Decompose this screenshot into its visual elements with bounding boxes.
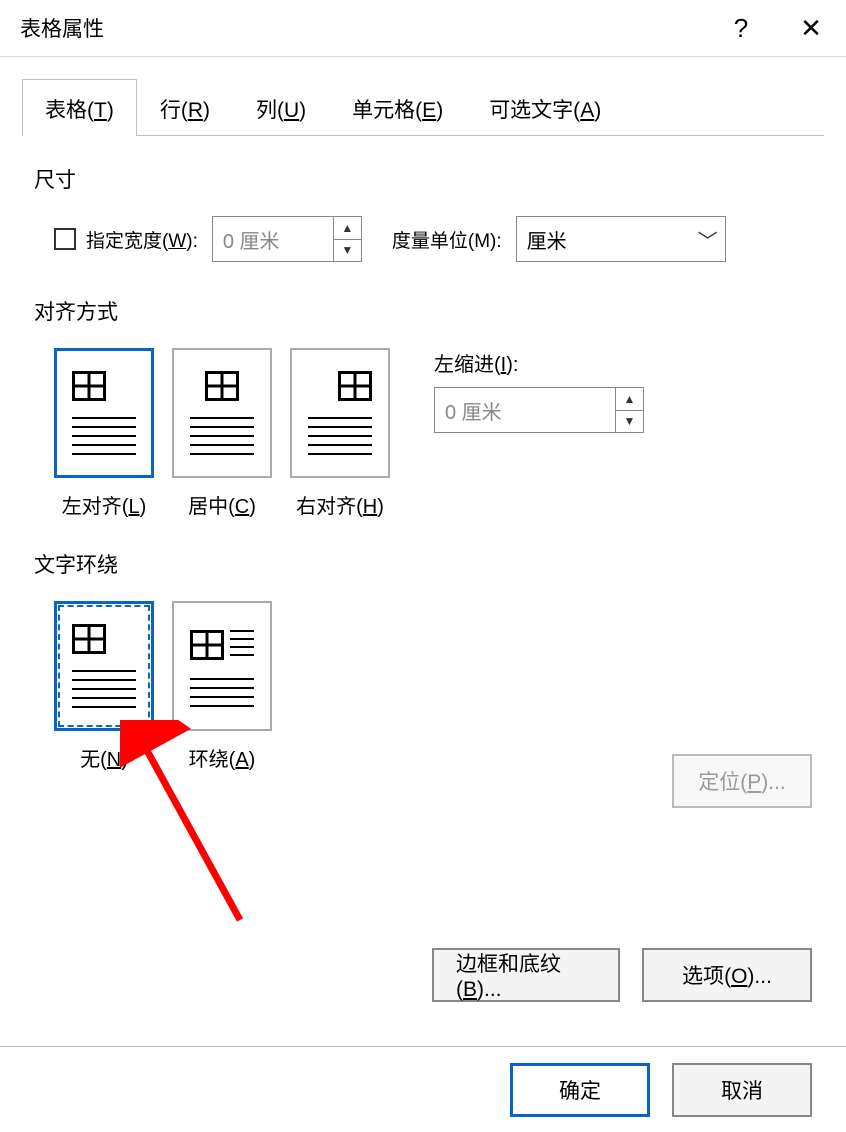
tab-cell[interactable]: 单元格(E) (329, 79, 466, 136)
unit-value: 厘米 (527, 225, 567, 254)
indent-label: 左缩进(I): (434, 348, 644, 377)
indent-value: 0 厘米 (445, 396, 502, 425)
unit-select[interactable]: 厘米 ﹀ (516, 216, 726, 262)
align-left-option[interactable] (54, 348, 154, 478)
align-right-label: 右对齐(H) (290, 490, 390, 519)
align-left-label: 左对齐(L) (54, 490, 154, 519)
titlebar: 表格属性 ? ✕ (0, 0, 846, 56)
options-button[interactable]: 选项(O)... (642, 948, 812, 1002)
align-right-option[interactable] (290, 348, 390, 478)
spinner-buttons[interactable]: ▲ ▼ (333, 217, 361, 261)
tab-row[interactable]: 行(R) (137, 79, 233, 136)
bottom-buttons: 边框和底纹(B)... 选项(O)... (432, 948, 812, 1002)
dialog-title: 表格属性 (20, 13, 706, 43)
group-align-label: 对齐方式 (34, 296, 812, 326)
checkbox-icon (54, 228, 76, 250)
wrap-around-option[interactable] (172, 601, 272, 731)
align-center-label: 居中(C) (172, 490, 272, 519)
chevron-down-icon: ﹀ (691, 217, 725, 261)
positioning-button: 定位(P)... (672, 754, 812, 808)
dialog-footer: 确定 取消 (0, 1046, 846, 1132)
spinner-buttons[interactable]: ▲ ▼ (615, 388, 643, 432)
wrap-options: 无(N) 环绕(A) (54, 601, 272, 772)
width-value: 0 厘米 (223, 225, 280, 254)
tab-table[interactable]: 表格(T) (22, 79, 137, 136)
unit-label: 度量单位(M): (392, 226, 502, 253)
borders-shading-button[interactable]: 边框和底纹(B)... (432, 948, 620, 1002)
ok-button[interactable]: 确定 (510, 1063, 650, 1117)
tab-panel-table: 尺寸 指定宽度(W): 0 厘米 ▲ ▼ 度量单位(M): 厘米 ﹀ 对齐方式 … (0, 136, 846, 772)
indent-spinner[interactable]: 0 厘米 ▲ ▼ (434, 387, 644, 433)
group-size-label: 尺寸 (34, 164, 812, 194)
close-button[interactable]: ✕ (776, 0, 846, 56)
wrap-around-label: 环绕(A) (172, 743, 272, 772)
spin-down-icon[interactable]: ▼ (616, 411, 643, 433)
spin-down-icon[interactable]: ▼ (334, 240, 361, 262)
cancel-button[interactable]: 取消 (672, 1063, 812, 1117)
tab-alttext[interactable]: 可选文字(A) (466, 79, 624, 136)
width-spinner[interactable]: 0 厘米 ▲ ▼ (212, 216, 362, 262)
size-row: 指定宽度(W): 0 厘米 ▲ ▼ 度量单位(M): 厘米 ﹀ (34, 216, 812, 262)
wrap-none-option[interactable] (54, 601, 154, 731)
group-wrap-label: 文字环绕 (34, 549, 812, 579)
wrap-none-label: 无(N) (54, 743, 154, 772)
specify-width-checkbox[interactable]: 指定宽度(W): (54, 226, 198, 253)
help-button[interactable]: ? (706, 0, 776, 56)
align-center-option[interactable] (172, 348, 272, 478)
tab-bar: 表格(T) 行(R) 列(U) 单元格(E) 可选文字(A) (0, 57, 846, 136)
indent-group: 左缩进(I): 0 厘米 ▲ ▼ (434, 348, 644, 433)
tab-column[interactable]: 列(U) (233, 79, 329, 136)
spin-up-icon[interactable]: ▲ (334, 217, 361, 240)
alignment-options: 左对齐(L) 居中(C) 右对齐(H) (54, 348, 390, 519)
spin-up-icon[interactable]: ▲ (616, 388, 643, 411)
